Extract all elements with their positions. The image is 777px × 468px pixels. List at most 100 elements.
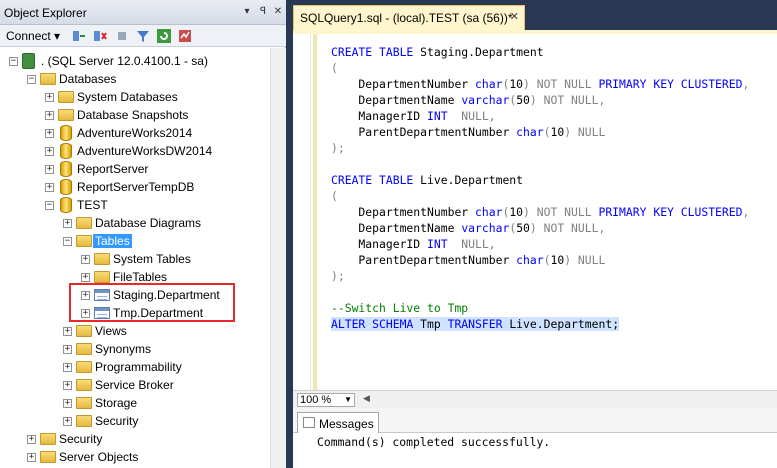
tree-node-label: Tables [93, 234, 132, 248]
tree-node[interactable]: + Views [63, 322, 270, 340]
expand-icon[interactable]: + [63, 417, 72, 426]
tree-node[interactable]: − . (SQL Server 12.0.4100.1 - sa) [9, 52, 249, 70]
code-token: CREATE TABLE [331, 173, 421, 187]
tree-node-label: TEST [77, 198, 108, 212]
folder-icon [76, 343, 92, 355]
expand-icon[interactable]: + [45, 165, 54, 174]
activity-monitor-icon[interactable] [177, 28, 193, 44]
folder-icon [76, 235, 92, 247]
tree-node[interactable]: + Storage [63, 394, 270, 412]
tree-node[interactable]: + Server Objects [27, 448, 267, 466]
pin-icon[interactable]: ꟼ [256, 5, 270, 19]
tree-node-label: ReportServer [77, 162, 149, 176]
folder-icon [76, 361, 92, 373]
code-line: ); [331, 268, 749, 284]
tree-node-label: System Tables [113, 252, 191, 266]
expand-icon[interactable]: + [63, 219, 72, 228]
expand-icon[interactable]: + [45, 147, 54, 156]
tree-node[interactable]: + Programmability [63, 358, 270, 376]
sql-code[interactable]: CREATE TABLE Staging.Department( Departm… [331, 44, 749, 332]
tree-node-label: AdventureWorksDW2014 [77, 144, 213, 158]
database-icon [60, 179, 72, 195]
refresh-icon[interactable] [156, 28, 172, 44]
connect-button[interactable]: Connect ▾ [6, 29, 60, 43]
code-token: , [742, 77, 750, 91]
expand-icon[interactable]: + [63, 345, 72, 354]
messages-tab-label: Messages [319, 417, 374, 431]
connect-server-icon[interactable] [71, 28, 87, 44]
sql-code-editor[interactable]: CREATE TABLE Staging.Department( Departm… [293, 34, 777, 390]
tree-node[interactable]: + AdventureWorks2014 [45, 124, 270, 142]
tab-sqlquery1[interactable]: SQLQuery1.sql - (local).TEST (sa (56))* … [293, 5, 525, 30]
code-token: ) NOT NULL, [529, 93, 606, 107]
expand-icon[interactable]: + [45, 183, 54, 192]
code-token: varchar [461, 93, 510, 107]
folder-icon [40, 451, 56, 463]
code-line: DepartmentName varchar(50) NOT NULL, [331, 92, 749, 108]
tab-messages[interactable]: Messages [297, 412, 379, 433]
expand-icon[interactable]: + [63, 381, 72, 390]
collapse-icon[interactable]: − [27, 75, 36, 84]
editor-vertical-scrollbar[interactable] [761, 68, 777, 390]
code-token: 10 [509, 205, 524, 219]
tree-node[interactable]: + Security [63, 412, 270, 430]
splitter[interactable] [286, 0, 293, 468]
code-token: DepartmentNumber [331, 77, 476, 91]
tree-node[interactable]: + Database Diagrams [63, 214, 270, 232]
collapse-icon[interactable]: − [9, 57, 18, 66]
tree-node-label: Views [95, 324, 127, 338]
code-token: varchar [461, 221, 510, 235]
code-line: ); [331, 140, 749, 156]
close-icon[interactable]: ✕ [271, 5, 285, 19]
zoom-value: 100 % [300, 394, 332, 406]
tree-node[interactable]: − Tables [63, 232, 270, 250]
tree-node-label: AdventureWorks2014 [77, 126, 193, 140]
tree-node[interactable]: + Service Broker [63, 376, 270, 394]
object-explorer-tree: −. (SQL Server 12.0.4100.1 - sa) − Databas… [0, 48, 270, 468]
expand-icon[interactable]: + [63, 327, 72, 336]
tree-node[interactable]: + ReportServerTempDB [45, 178, 270, 196]
tree-vertical-scrollbar[interactable] [270, 48, 286, 468]
expand-icon[interactable]: + [45, 129, 54, 138]
editor-horizontal-scrollbar[interactable]: ◀ [359, 393, 777, 407]
collapse-icon[interactable]: − [45, 201, 54, 210]
folder-icon [76, 379, 92, 391]
object-explorer-title: Object Explorer [4, 6, 87, 20]
code-line: CREATE TABLE Staging.Department [331, 44, 749, 60]
tree-node[interactable]: + Database Snapshots [45, 106, 270, 124]
tree-node[interactable]: + Synonyms [63, 340, 270, 358]
tree-node[interactable]: + System Databases [45, 88, 270, 106]
tree-node[interactable]: − Databases [27, 70, 267, 88]
filter-icon[interactable] [135, 28, 151, 44]
scroll-left-icon[interactable]: ◀ [363, 393, 370, 404]
code-line: CREATE TABLE Live.Department [331, 172, 749, 188]
chevron-down-icon: ▼ [344, 395, 352, 404]
expand-icon[interactable]: + [45, 93, 54, 102]
code-line: --Switch Live to Tmp [331, 300, 749, 316]
expand-icon[interactable]: + [45, 111, 54, 120]
object-explorer-titlebar: Object Explorer ▾ ꟼ ✕ [0, 0, 286, 25]
tree-node-label: Programmability [95, 360, 182, 374]
stop-icon[interactable] [114, 28, 130, 44]
expand-icon[interactable]: + [27, 435, 36, 444]
tree-node[interactable]: − TEST [45, 196, 270, 214]
tree-node[interactable]: + ReportServer [45, 160, 270, 178]
messages-icon [303, 417, 315, 428]
disconnect-icon[interactable] [92, 28, 108, 44]
code-line: ALTER SCHEMA Tmp TRANSFER Live.Departmen… [331, 316, 749, 332]
tree-node[interactable]: + System Tables [81, 250, 270, 268]
expand-icon[interactable]: + [63, 363, 72, 372]
expand-icon[interactable]: + [81, 273, 90, 282]
panel-menu-icon[interactable]: ▾ [240, 5, 254, 19]
expand-icon[interactable]: + [63, 399, 72, 408]
tree-node-label: Security [95, 414, 139, 428]
expand-icon[interactable]: + [81, 255, 90, 264]
tree-node[interactable]: + Security [27, 430, 267, 448]
code-token: NULL, [447, 237, 496, 251]
tree-node[interactable]: + AdventureWorksDW2014 [45, 142, 270, 160]
tab-close-icon[interactable]: ✕ [510, 10, 519, 23]
expand-icon[interactable]: + [27, 453, 36, 462]
collapse-icon[interactable]: − [63, 237, 72, 246]
zoom-dropdown[interactable]: 100 % ▼ [297, 393, 355, 407]
